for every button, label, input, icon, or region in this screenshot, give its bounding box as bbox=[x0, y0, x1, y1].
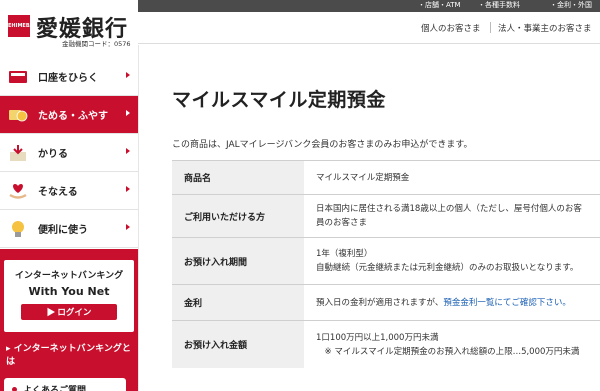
rate-note-text: 預入日の金利が適用されますが、 bbox=[316, 297, 444, 308]
product-info-table: 商品名 マイルスマイル定期預金 ご利用いただける方 日本国内に居住される満18歳… bbox=[172, 160, 600, 368]
cash-box-icon bbox=[8, 143, 28, 163]
row-header: お預け入れ期間 bbox=[172, 238, 304, 284]
passbook-icon bbox=[8, 67, 28, 87]
row-value-line: マイルスマイル定期預金 bbox=[316, 172, 410, 183]
row-value-line: 員のお客さま bbox=[316, 218, 368, 228]
row-header: 金利 bbox=[172, 285, 304, 320]
row-header: 商品名 bbox=[172, 161, 304, 194]
sidebar-nav: 口座をひらく ためる・ふやす かりる そなえる 便利に使う bbox=[0, 58, 138, 248]
table-row: 商品名 マイルスマイル定期預金 bbox=[172, 160, 600, 194]
sidebar-item-convenient[interactable]: 便利に使う bbox=[0, 210, 138, 248]
sidebar-item-open-account[interactable]: 口座をひらく bbox=[0, 58, 138, 96]
internet-banking-title: インターネットバンキング bbox=[14, 271, 124, 281]
utility-link-fees[interactable]: ・各種手数料 bbox=[478, 0, 520, 11]
sidebar-item-prepare[interactable]: そなえる bbox=[0, 172, 138, 210]
utility-link-rates[interactable]: ・金利・外国 bbox=[550, 0, 592, 11]
row-value: マイルスマイル定期預金 bbox=[304, 161, 600, 194]
tab-business[interactable]: 法人・事業主のお客さま bbox=[498, 22, 592, 34]
bank-logo-mark: EHIMEBANK bbox=[8, 15, 42, 37]
sidebar: EHIMEBANK 愛媛銀行 金融機関コード：0576 口座をひらく ためる・ふ… bbox=[0, 0, 138, 391]
utility-link-branches[interactable]: ・店舗・ATM bbox=[418, 0, 461, 11]
intro-text: この商品は、JALマイレージバンク会員のお客さまのみお申込ができます。 bbox=[172, 140, 473, 150]
row-value: 預入日の金利が適用されますが、預金金利一覧にてご確認下さい。 bbox=[304, 285, 600, 320]
row-value-line: ※ マイルスマイル定期預金のお預入れ総額の上限…5,000万円未満 bbox=[316, 346, 580, 357]
bank-logo[interactable]: EHIMEBANK 愛媛銀行 金融機関コード：0576 bbox=[0, 0, 138, 60]
faq-button[interactable]: よくあるご質問 bbox=[4, 378, 126, 391]
row-header: ご利用いただける方 bbox=[172, 195, 304, 237]
table-row: ご利用いただける方 日本国内に居住される満18歳以上の個人（ただし、屋号付個人の… bbox=[172, 194, 600, 237]
sidebar-item-borrow[interactable]: かりる bbox=[0, 134, 138, 172]
internet-banking-panel: インターネットバンキング With You Net ▶ ログイン ▸ インターネ… bbox=[0, 249, 138, 391]
divider bbox=[490, 22, 491, 33]
main-content: マイルスマイル定期預金 この商品は、JALマイレージバンク会員のお客さまのみお申… bbox=[138, 45, 600, 391]
heart-hand-icon bbox=[8, 181, 28, 201]
row-value-line: 1口100万円以上1,000万円未満 bbox=[316, 332, 439, 343]
chevron-right-icon bbox=[126, 186, 130, 192]
row-value-line: 自動継続（元金継続または元利金継続）のみのお取扱いとなります。 bbox=[316, 263, 579, 273]
coins-icon bbox=[8, 105, 28, 125]
internet-banking-subtitle: With You Net bbox=[28, 285, 110, 298]
lightbulb-icon bbox=[8, 219, 28, 239]
faq-label: よくあるご質問 bbox=[23, 385, 87, 391]
bullet-icon bbox=[12, 386, 17, 391]
sidebar-item-label: ためる・ふやす bbox=[38, 111, 108, 122]
row-value-line: 預入日の金利が適用されますが、預金金利一覧にてご確認下さい。 bbox=[316, 296, 589, 310]
row-header: お預け入れ金額 bbox=[172, 321, 304, 368]
table-row: お預け入れ金額 1口100万円以上1,000万円未満 ※ マイルスマイル定期預金… bbox=[172, 320, 600, 368]
internet-banking-box: インターネットバンキング With You Net ▶ ログイン bbox=[4, 260, 134, 332]
sidebar-item-label: 便利に使う bbox=[38, 225, 88, 236]
internet-banking-about-link[interactable]: ▸ インターネットバンキングとは bbox=[4, 341, 134, 367]
row-value-line: 日本国内に居住される満18歳以上の個人（ただし、屋号付個人のお客 bbox=[316, 204, 582, 214]
chevron-right-icon bbox=[126, 224, 130, 230]
chevron-right-icon bbox=[126, 110, 130, 116]
customer-type-nav: 個人のお客さま 法人・事業主のお客さま bbox=[138, 12, 600, 44]
row-value: 1年（複利型） 自動継続（元金継続または元利金継続）のみのお取扱いとなります。 bbox=[304, 238, 600, 284]
chevron-right-icon bbox=[126, 148, 130, 154]
rate-list-link[interactable]: 預金金利一覧にてご確認下さい。 bbox=[443, 298, 571, 308]
table-row: お預け入れ期間 1年（複利型） 自動継続（元金継続または元利金継続）のみのお取扱… bbox=[172, 237, 600, 284]
row-value: 1口100万円以上1,000万円未満 ※ マイルスマイル定期預金のお預入れ総額の… bbox=[304, 321, 600, 368]
institution-code: 金融機関コード：0576 bbox=[62, 40, 131, 48]
table-row: 金利 預入日の金利が適用されますが、預金金利一覧にてご確認下さい。 bbox=[172, 284, 600, 320]
page-title: マイルスマイル定期預金 bbox=[172, 89, 386, 111]
tab-personal[interactable]: 個人のお客さま bbox=[421, 22, 481, 34]
sidebar-item-label: かりる bbox=[38, 149, 68, 160]
sidebar-item-label: そなえる bbox=[38, 187, 78, 198]
chevron-right-icon bbox=[126, 72, 130, 78]
sidebar-item-save-grow[interactable]: ためる・ふやす bbox=[0, 96, 138, 134]
row-value: 日本国内に居住される満18歳以上の個人（ただし、屋号付個人のお客 員のお客さま bbox=[304, 195, 600, 237]
row-value-line: 1年（複利型） bbox=[316, 249, 373, 259]
utility-bar: ・店舗・ATM ・各種手数料 ・金利・外国 bbox=[138, 0, 600, 12]
login-button[interactable]: ▶ ログイン bbox=[21, 304, 117, 320]
sidebar-item-label: 口座をひらく bbox=[38, 73, 98, 84]
